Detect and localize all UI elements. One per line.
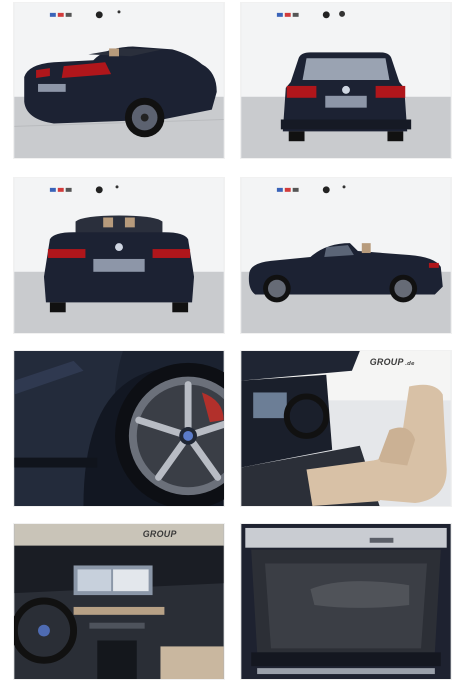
photo-rear-three-quarter[interactable] [13,2,225,159]
photo-rear-convertible[interactable] [13,177,225,334]
watermark-label: GROUP [370,357,404,367]
photo-wheel-closeup[interactable] [13,350,225,507]
convertible-side-image [241,178,451,333]
photo-dashboard[interactable]: GROUP [13,523,225,680]
convertible-rear-image [14,178,224,333]
suv-rear-image [241,3,451,158]
watermark-label: GROUP [143,529,177,539]
dashboard-image: GROUP [14,524,224,679]
photo-rear-suv[interactable] [240,2,452,159]
interior-seats-image: GROUP .de [241,351,451,506]
watermark-suffix: .de [405,361,415,367]
photo-interior-seats[interactable]: GROUP .de [240,350,452,507]
image-gallery: GROUP .de GROUP [0,0,454,681]
photo-trunk[interactable] [240,523,452,680]
wheel-closeup-image [14,351,224,506]
trunk-image [241,524,451,679]
photo-side-profile[interactable] [240,177,452,334]
car-rear-three-quarter-image [14,3,224,158]
